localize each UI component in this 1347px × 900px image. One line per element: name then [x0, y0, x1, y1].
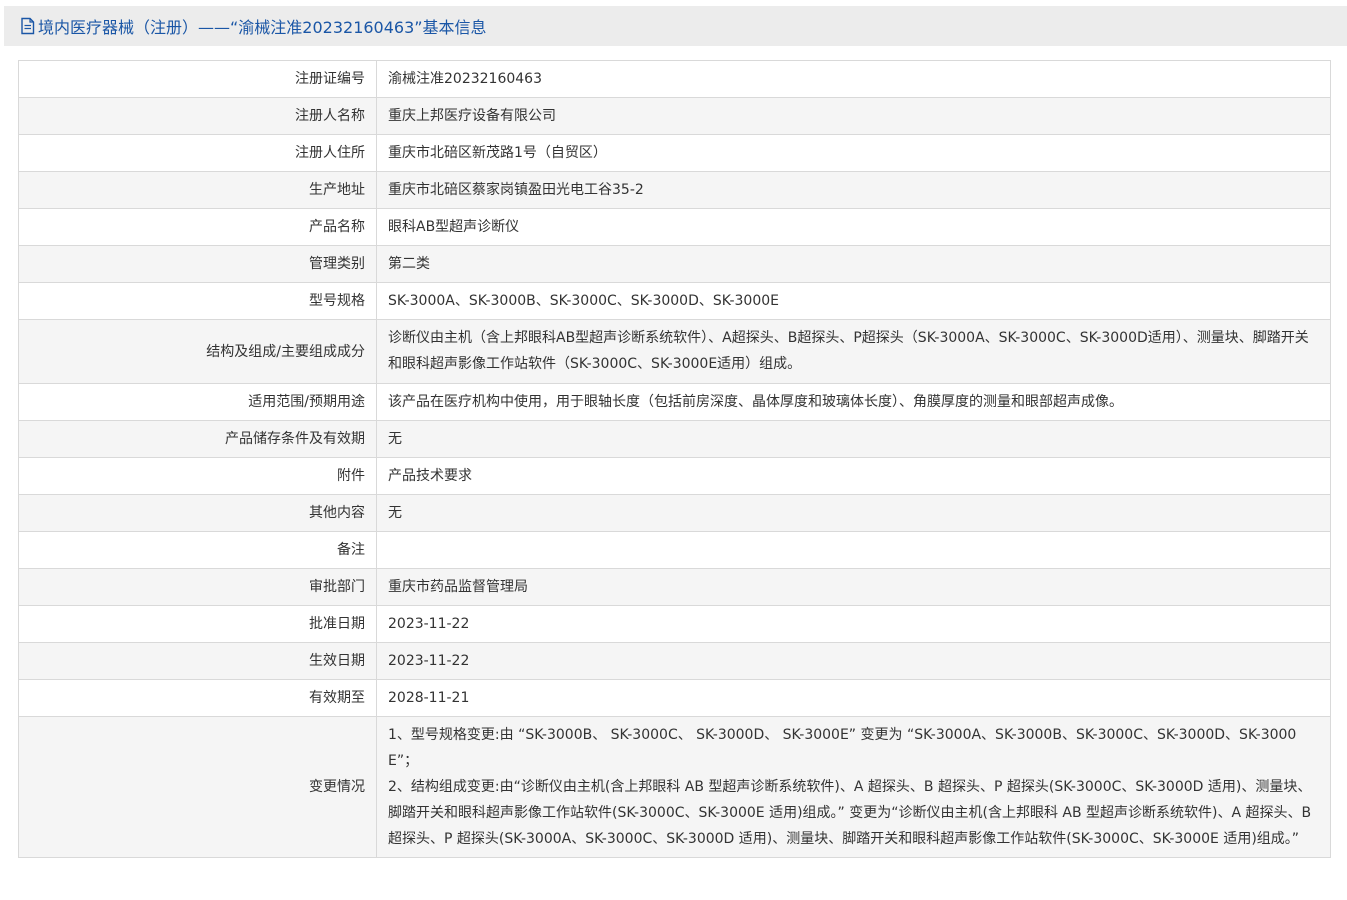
table-row-changes: 变更情况 1、型号规格变更:由 “SK-3000B、 SK-3000C、 SK-…	[18, 716, 1331, 858]
field-value: 重庆上邦医疗设备有限公司	[376, 97, 1331, 135]
field-label: 结构及组成/主要组成成分	[18, 319, 377, 384]
field-value: 2023-11-22	[376, 642, 1331, 680]
field-value: 该产品在医疗机构中使用，用于眼轴长度（包括前房深度、晶体厚度和玻璃体长度）、角膜…	[376, 383, 1331, 421]
table-row: 注册人住所 重庆市北碚区新茂路1号（自贸区）	[18, 134, 1331, 172]
table-row: 适用范围/预期用途 该产品在医疗机构中使用，用于眼轴长度（包括前房深度、晶体厚度…	[18, 383, 1331, 421]
field-label: 生产地址	[18, 171, 377, 209]
field-value: 无	[376, 494, 1331, 532]
field-value: 重庆市药品监督管理局	[376, 568, 1331, 606]
field-value: 产品技术要求	[376, 457, 1331, 495]
field-label: 产品名称	[18, 208, 377, 246]
page-title-bar: 境内医疗器械（注册）——“渝械注准20232160463”基本信息	[4, 6, 1347, 46]
field-label: 其他内容	[18, 494, 377, 532]
field-value	[376, 531, 1331, 569]
field-label: 备注	[18, 531, 377, 569]
table-row: 附件 产品技术要求	[18, 457, 1331, 495]
field-value: 渝械注准20232160463	[376, 60, 1331, 98]
field-label: 适用范围/预期用途	[18, 383, 377, 421]
change-item: 2、结构组成变更:由“诊断仪由主机(含上邦眼科 AB 型超声诊断系统软件)、A …	[388, 779, 1312, 847]
table-row: 结构及组成/主要组成成分 诊断仪由主机（含上邦眼科AB型超声诊断系统软件）、A超…	[18, 319, 1331, 384]
table-row: 批准日期 2023-11-22	[18, 605, 1331, 643]
field-label: 注册人名称	[18, 97, 377, 135]
field-value: 诊断仪由主机（含上邦眼科AB型超声诊断系统软件）、A超探头、B超探头、P超探头（…	[376, 319, 1331, 384]
field-value: 2028-11-21	[376, 679, 1331, 717]
table-row: 产品名称 眼科AB型超声诊断仪	[18, 208, 1331, 246]
field-label: 管理类别	[18, 245, 377, 283]
table-row: 其他内容 无	[18, 494, 1331, 532]
field-label: 注册证编号	[18, 60, 377, 98]
document-icon	[20, 17, 36, 35]
info-table: 注册证编号 渝械注准20232160463 注册人名称 重庆上邦医疗设备有限公司…	[18, 60, 1331, 858]
table-row: 管理类别 第二类	[18, 245, 1331, 283]
field-label: 附件	[18, 457, 377, 495]
page-title: 境内医疗器械（注册）——“渝械注准20232160463”基本信息	[38, 18, 487, 37]
field-value: 眼科AB型超声诊断仪	[376, 208, 1331, 246]
field-label: 批准日期	[18, 605, 377, 643]
field-label: 审批部门	[18, 568, 377, 606]
field-value: 重庆市北碚区蔡家岗镇盈田光电工谷35-2	[376, 171, 1331, 209]
field-value: 2023-11-22	[376, 605, 1331, 643]
table-row: 审批部门 重庆市药品监督管理局	[18, 568, 1331, 606]
page: 境内医疗器械（注册）——“渝械注准20232160463”基本信息 注册证编号 …	[0, 0, 1347, 900]
table-row: 生产地址 重庆市北碚区蔡家岗镇盈田光电工谷35-2	[18, 171, 1331, 209]
table-row: 有效期至 2028-11-21	[18, 679, 1331, 717]
field-value: 重庆市北碚区新茂路1号（自贸区）	[376, 134, 1331, 172]
field-label: 有效期至	[18, 679, 377, 717]
field-label: 型号规格	[18, 282, 377, 320]
field-label: 注册人住所	[18, 134, 377, 172]
field-label: 产品储存条件及有效期	[18, 420, 377, 458]
field-label: 生效日期	[18, 642, 377, 680]
table-row: 备注	[18, 531, 1331, 569]
table-row: 型号规格 SK-3000A、SK-3000B、SK-3000C、SK-3000D…	[18, 282, 1331, 320]
field-value: SK-3000A、SK-3000B、SK-3000C、SK-3000D、SK-3…	[376, 282, 1331, 320]
field-label: 变更情况	[18, 716, 377, 858]
field-value: 第二类	[376, 245, 1331, 283]
field-value: 无	[376, 420, 1331, 458]
change-item: 1、型号规格变更:由 “SK-3000B、 SK-3000C、 SK-3000D…	[388, 727, 1297, 769]
table-row: 注册证编号 渝械注准20232160463	[18, 60, 1331, 98]
table-row: 注册人名称 重庆上邦医疗设备有限公司	[18, 97, 1331, 135]
changes-value: 1、型号规格变更:由 “SK-3000B、 SK-3000C、 SK-3000D…	[376, 716, 1331, 858]
table-row: 产品储存条件及有效期 无	[18, 420, 1331, 458]
table-row: 生效日期 2023-11-22	[18, 642, 1331, 680]
